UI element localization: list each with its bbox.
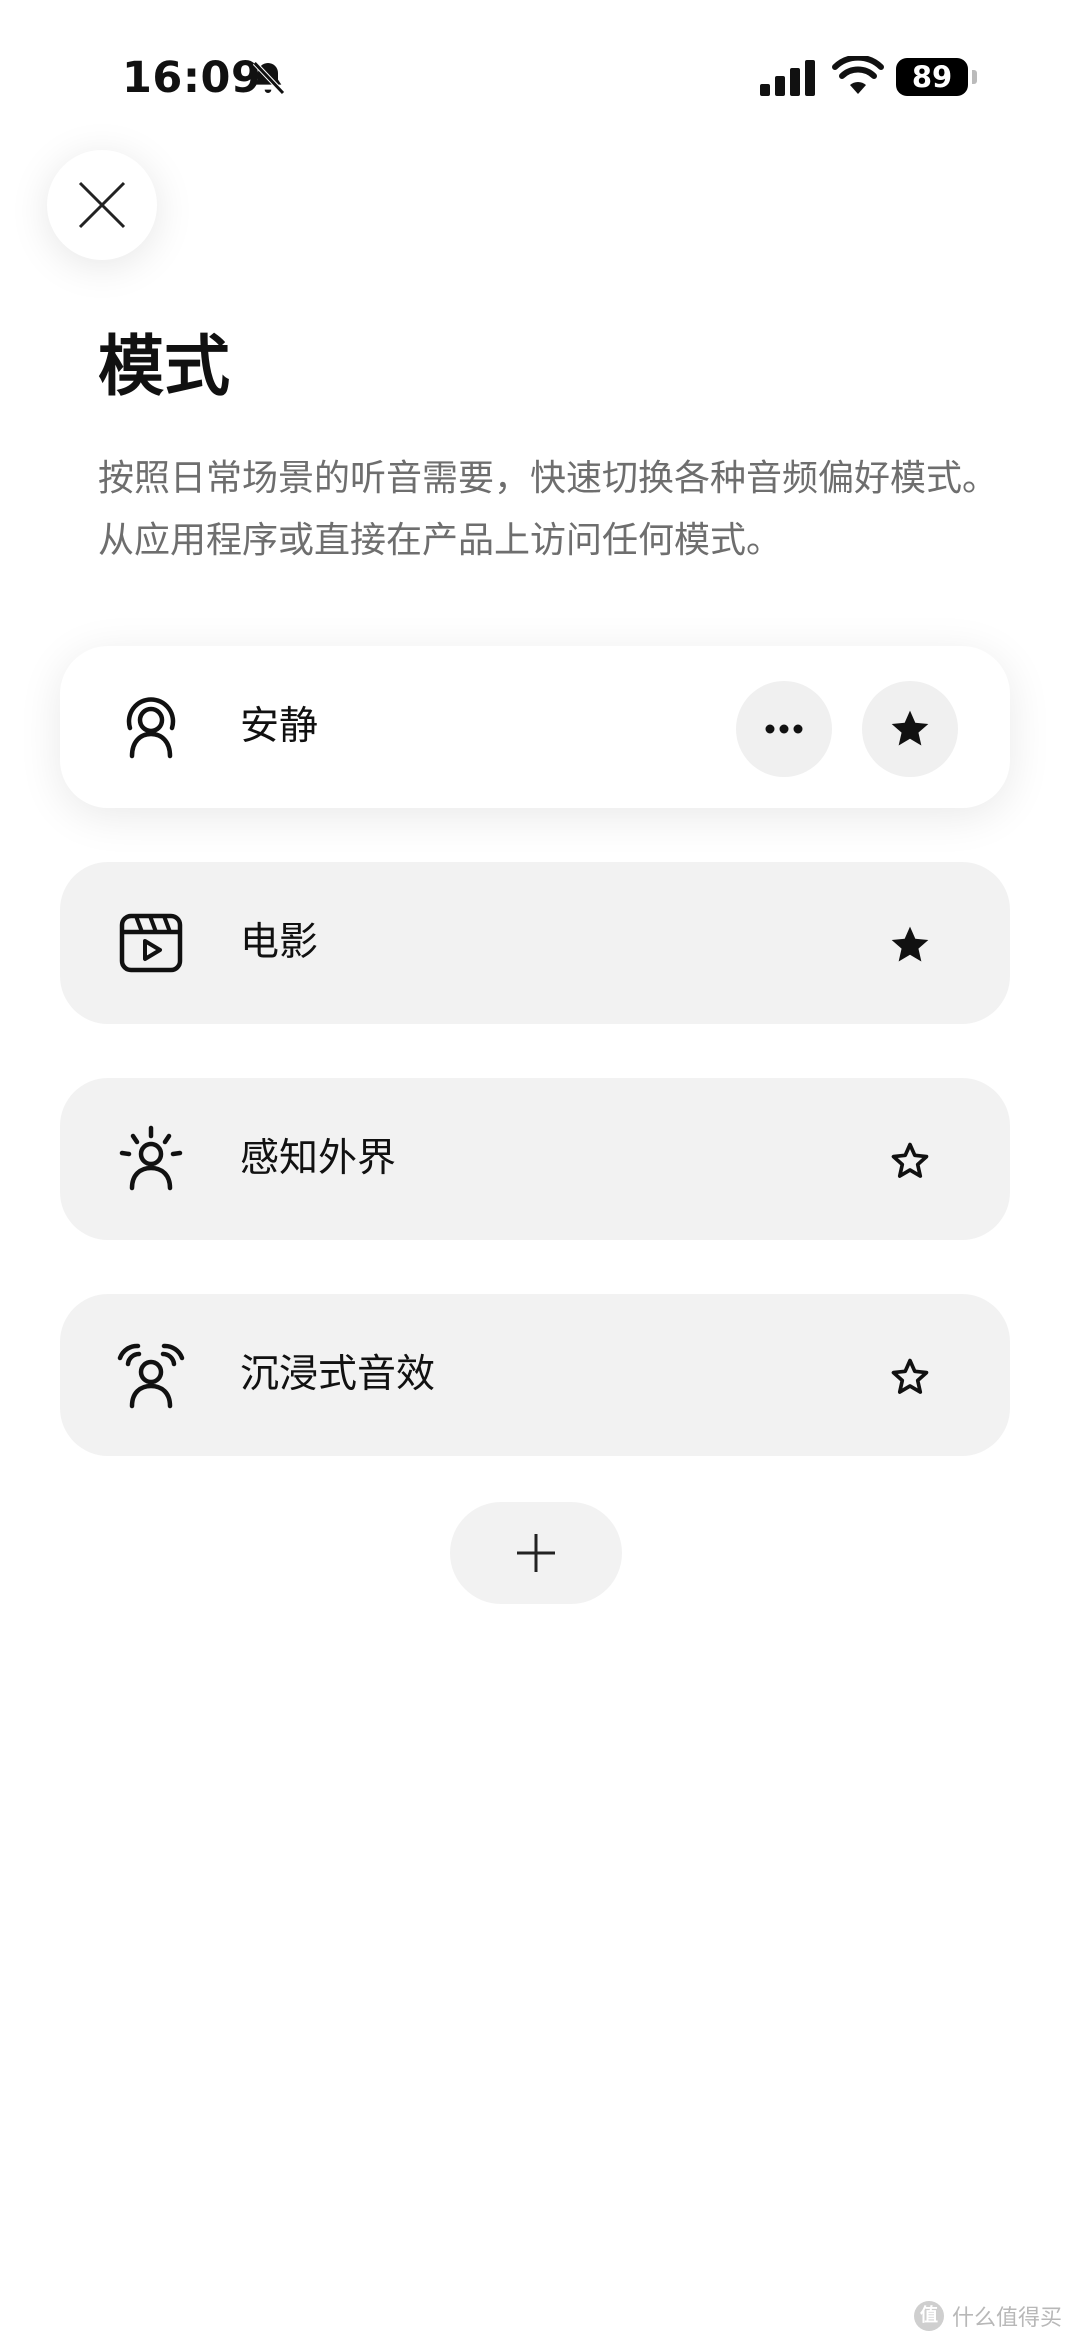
battery-level: 89	[911, 60, 953, 94]
mode-label: 沉浸式音效	[240, 1352, 436, 1397]
mode-card-quiet[interactable]: 安静	[60, 646, 1010, 808]
mode-label: 安静	[240, 704, 319, 749]
favorite-button[interactable]	[862, 1113, 958, 1209]
close-button[interactable]	[47, 150, 157, 260]
mode-label: 感知外界	[240, 1136, 397, 1181]
mode-card-movie[interactable]: 电影	[60, 862, 1010, 1024]
star-outline-icon	[891, 1142, 929, 1178]
wifi-icon	[832, 56, 884, 94]
mode-label: 电影	[240, 920, 319, 965]
immersive-person-icon	[117, 1343, 185, 1409]
star-filled-icon	[891, 926, 929, 962]
movie-clapper-icon	[119, 913, 183, 973]
favorite-button[interactable]	[862, 681, 958, 777]
close-icon	[78, 181, 126, 229]
more-dots-icon	[765, 724, 803, 734]
page-description: 按照日常场景的听音需要，快速切换各种音频偏好模式。从应用程序或直接在产品上访问任…	[98, 458, 999, 561]
watermark: 值 什么值得买	[913, 2300, 1062, 2332]
favorite-button[interactable]	[862, 897, 958, 993]
add-mode-button[interactable]	[450, 1502, 622, 1604]
status-bar: 16:09 89	[0, 0, 1080, 150]
battery-icon: 89	[896, 58, 968, 96]
mode-card-immersive[interactable]: 沉浸式音效	[60, 1294, 1010, 1456]
aware-person-icon	[119, 1125, 183, 1191]
mode-list: 安静 电影 感知外界 沉浸式音效	[60, 646, 1010, 1510]
star-filled-icon	[891, 710, 929, 746]
watermark-logo: 值	[913, 2301, 944, 2331]
favorite-button[interactable]	[862, 1329, 958, 1425]
battery-cap	[972, 70, 977, 84]
plus-icon	[517, 1534, 555, 1572]
more-options-button[interactable]	[736, 681, 832, 777]
status-time: 16:09	[122, 53, 262, 103]
cellular-signal-icon	[760, 60, 815, 96]
watermark-text: 什么值得买	[951, 2306, 1062, 2331]
mode-card-aware[interactable]: 感知外界	[60, 1078, 1010, 1240]
quiet-person-icon	[126, 697, 176, 759]
page-title: 模式	[98, 328, 230, 405]
bell-muted-icon	[252, 61, 285, 95]
star-outline-icon	[891, 1358, 929, 1394]
